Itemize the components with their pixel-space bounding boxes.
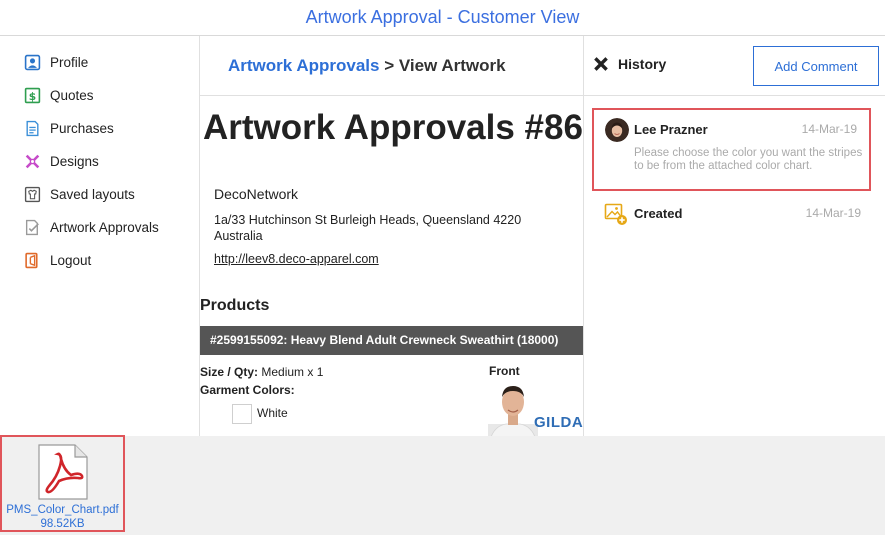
size-qty: Size / Qty: Medium x 1	[200, 365, 323, 379]
page-banner: Artwork Approval - Customer View	[0, 0, 885, 36]
history-divider	[584, 95, 885, 96]
color-swatch-white[interactable]	[232, 404, 252, 424]
size-qty-value: Medium x 1	[261, 365, 324, 379]
product-front-image	[488, 386, 538, 436]
logout-icon	[25, 252, 38, 268]
garment-colors-label: Garment Colors:	[200, 383, 295, 397]
color-label: White	[257, 406, 288, 420]
breadcrumb: Artwork Approvals > View Artwork	[228, 56, 506, 76]
sidebar-item-saved-layouts[interactable]: Saved layouts	[24, 183, 135, 205]
header-divider	[200, 95, 583, 96]
sidebar-item-label: Quotes	[50, 87, 94, 103]
breadcrumb-current: View Artwork	[398, 56, 506, 75]
quotes-icon: $	[24, 87, 41, 103]
artwork-approvals-icon	[25, 219, 39, 235]
history-entry-created: Created 14-Mar-19	[604, 202, 869, 226]
product-header-bar: #2599155092: Heavy Blend Adult Crewneck …	[200, 326, 583, 355]
history-title: History	[618, 56, 667, 72]
sidebar-item-artwork-approvals[interactable]: Artwork Approvals	[24, 216, 159, 238]
history-entry-comment: Lee Prazner 14-Mar-19 Please choose the …	[592, 108, 871, 191]
sidebar-item-label: Purchases	[50, 120, 114, 136]
page-title: Artwork Approvals #86	[203, 108, 583, 147]
app-root: Artwork Approval - Customer View Profile…	[0, 0, 885, 535]
history-panel: History Add Comment Lee Prazner 14-Mar-1…	[584, 36, 885, 436]
profile-icon	[24, 54, 41, 70]
breadcrumb-link-artwork-approvals[interactable]: Artwork Approvals	[228, 56, 379, 75]
pdf-icon	[38, 444, 88, 500]
sidebar-item-logout[interactable]: Logout	[24, 249, 91, 271]
add-comment-button[interactable]: Add Comment	[753, 46, 879, 86]
sidebar-item-label: Artwork Approvals	[50, 219, 159, 235]
history-header: History	[592, 55, 666, 73]
sidebar-item-purchases[interactable]: Purchases	[24, 117, 114, 139]
attachment-item[interactable]: PMS_Color_Chart.pdf 98.52KB	[0, 435, 125, 532]
comment-author: Lee Prazner	[634, 122, 708, 137]
attachment-filename[interactable]: PMS_Color_Chart.pdf	[0, 504, 125, 516]
main-panel: Artwork Approvals > View Artwork Artwork…	[200, 36, 584, 436]
sidebar-item-quotes[interactable]: $ Quotes	[24, 84, 94, 106]
attachment-tray	[0, 436, 885, 535]
purchases-icon	[26, 120, 39, 136]
comment-text: Please choose the color you want the str…	[634, 147, 863, 172]
image-add-icon	[604, 203, 627, 225]
saved-layouts-icon	[24, 186, 41, 202]
sidebar-item-label: Saved layouts	[50, 186, 135, 202]
created-label: Created	[634, 206, 683, 221]
size-qty-label: Size / Qty:	[200, 365, 259, 379]
avatar	[605, 118, 629, 142]
svg-text:$: $	[29, 89, 36, 102]
created-date: 14-Mar-19	[805, 206, 861, 220]
brand-logo: GILDA	[534, 414, 584, 431]
sidebar-item-label: Profile	[50, 54, 89, 70]
sidebar-item-label: Designs	[50, 153, 99, 169]
comment-date: 14-Mar-19	[801, 122, 857, 136]
front-view-label: Front	[489, 364, 520, 378]
designs-icon	[25, 154, 40, 168]
sidebar-item-designs[interactable]: Designs	[24, 150, 99, 172]
company-address: 1a/33 Hutchinson St Burleigh Heads, Quee…	[214, 213, 522, 243]
sidebar-item-profile[interactable]: Profile	[24, 51, 88, 73]
company-url-link[interactable]: http://leev8.deco-apparel.com	[214, 252, 379, 266]
sidebar: Profile $ Quotes Purchases Designs Saved…	[0, 36, 200, 436]
products-heading: Products	[200, 297, 270, 314]
close-icon[interactable]	[592, 55, 610, 73]
attachment-size: 98.52KB	[40, 518, 85, 530]
breadcrumb-separator: >	[379, 56, 399, 75]
sidebar-item-label: Logout	[50, 252, 92, 268]
company-name: DecoNetwork	[214, 186, 299, 202]
